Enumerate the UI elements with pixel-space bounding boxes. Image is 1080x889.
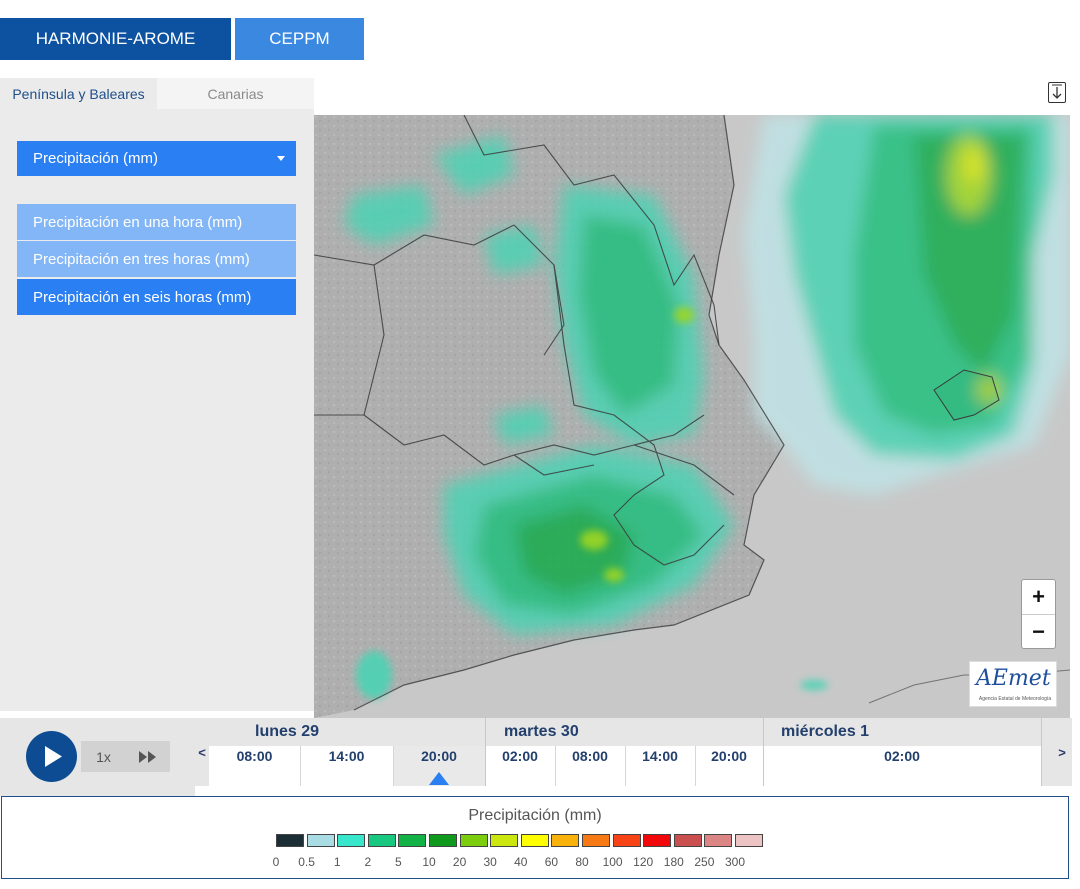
legend-title: Precipitación (mm) <box>468 807 602 824</box>
sidebar: Península y Baleares Canarias Precipitac… <box>0 78 314 711</box>
legend-label: 30 <box>483 855 497 869</box>
legend-label: 2 <box>364 855 372 869</box>
legend-label: 1 <box>333 855 341 869</box>
day-label: martes 30 <box>504 723 579 740</box>
day-label: lunes 29 <box>255 723 320 740</box>
model-button-harmonie-arome[interactable]: HARMONIE-AROME <box>0 18 231 60</box>
option-precip-six-hours[interactable]: Precipitación en seis horas (mm) <box>17 279 296 315</box>
legend-label: 5 <box>395 855 402 869</box>
legend-swatch <box>398 834 427 847</box>
tab-canarias[interactable]: Canarias <box>157 78 314 109</box>
legend-swatch <box>276 834 304 847</box>
animation-player: 1x <box>0 718 195 796</box>
legend-swatch <box>520 834 549 847</box>
legend-label: 60 <box>544 855 559 869</box>
legend-swatch <box>337 834 366 847</box>
timeline-hour-selected[interactable]: 20:00 <box>393 746 485 766</box>
legend-label: 10 <box>422 855 436 869</box>
timeline-hour[interactable]: 20:00 <box>695 746 763 766</box>
timeline: < > lunes 29 martes 30 miércoles 1 08:00… <box>195 718 1072 786</box>
precipitation-legend: Precipitación (mm) 0 0.5 1 2 5 10 20 30 40 60 80 10… <box>1 796 1069 879</box>
legend-swatch <box>735 834 763 847</box>
legend-label: 250 <box>694 855 715 869</box>
zoom-out-button[interactable]: − <box>1022 615 1055 649</box>
legend-swatch <box>643 834 672 847</box>
zoom-in-button[interactable]: + <box>1022 580 1055 615</box>
legend-label: 120 <box>633 855 654 869</box>
variable-select-value: Precipitación (mm) <box>33 150 159 167</box>
legend-label: 0 <box>272 855 280 869</box>
aemet-logo-text: AEmet <box>976 666 1051 691</box>
legend-label: 300 <box>724 855 746 869</box>
legend-label: 180 <box>663 855 684 869</box>
legend-label: 80 <box>575 855 589 869</box>
timeline-prev-button[interactable]: < <box>195 718 209 786</box>
play-icon <box>45 746 62 767</box>
legend-swatch <box>612 834 641 847</box>
fast-forward-icon <box>139 750 156 763</box>
timeline-hour[interactable]: 02:00 <box>485 746 555 766</box>
legend-swatch <box>704 834 733 847</box>
legend-label: 100 <box>602 855 623 869</box>
timeline-hour[interactable]: 08:00 <box>555 746 625 766</box>
timeline-hour[interactable]: 08:00 <box>209 746 300 766</box>
download-icon[interactable] <box>1048 82 1066 103</box>
legend-label: 20 <box>452 855 467 869</box>
speed-selector[interactable]: 1x <box>81 741 126 772</box>
legend-swatch <box>367 834 396 847</box>
legend-swatch <box>673 834 702 847</box>
precipitation-map[interactable] <box>314 115 1070 718</box>
legend-label: 40 <box>514 855 528 869</box>
legend-swatch <box>490 834 519 847</box>
caret-down-icon <box>277 156 285 161</box>
option-precip-three-hours[interactable]: Precipitación en tres horas (mm) <box>17 241 296 277</box>
fast-forward-button[interactable] <box>126 741 170 772</box>
timeline-hour[interactable]: 14:00 <box>625 746 695 766</box>
timeline-hour[interactable]: 02:00 <box>763 746 1041 766</box>
legend-swatch <box>429 834 457 847</box>
legend-swatch <box>459 834 488 847</box>
tab-peninsula-baleares[interactable]: Península y Baleares <box>0 78 157 109</box>
timeline-hour[interactable]: 14:00 <box>300 746 393 766</box>
aemet-logo: AEmet Agencia Estatal de Meteorología <box>969 661 1057 707</box>
model-button-ceppm[interactable]: CEPPM <box>235 18 364 60</box>
variable-select[interactable]: Precipitación (mm) <box>17 141 296 176</box>
region-tabs: Península y Baleares Canarias <box>0 78 314 109</box>
option-precip-one-hour[interactable]: Precipitación en una hora (mm) <box>17 204 296 240</box>
zoom-control: + − <box>1021 579 1056 649</box>
day-label: miércoles 1 <box>781 723 870 740</box>
timeline-next-button[interactable]: > <box>1055 718 1069 786</box>
legend-swatch <box>582 834 610 847</box>
legend-swatch <box>306 834 335 847</box>
legend-swatch <box>551 834 580 847</box>
legend-label: 0.5 <box>298 855 315 869</box>
play-button[interactable] <box>26 731 77 782</box>
aemet-logo-subtext: Agencia Estatal de Meteorología <box>978 696 1052 702</box>
current-time-pointer-icon[interactable] <box>429 772 449 785</box>
